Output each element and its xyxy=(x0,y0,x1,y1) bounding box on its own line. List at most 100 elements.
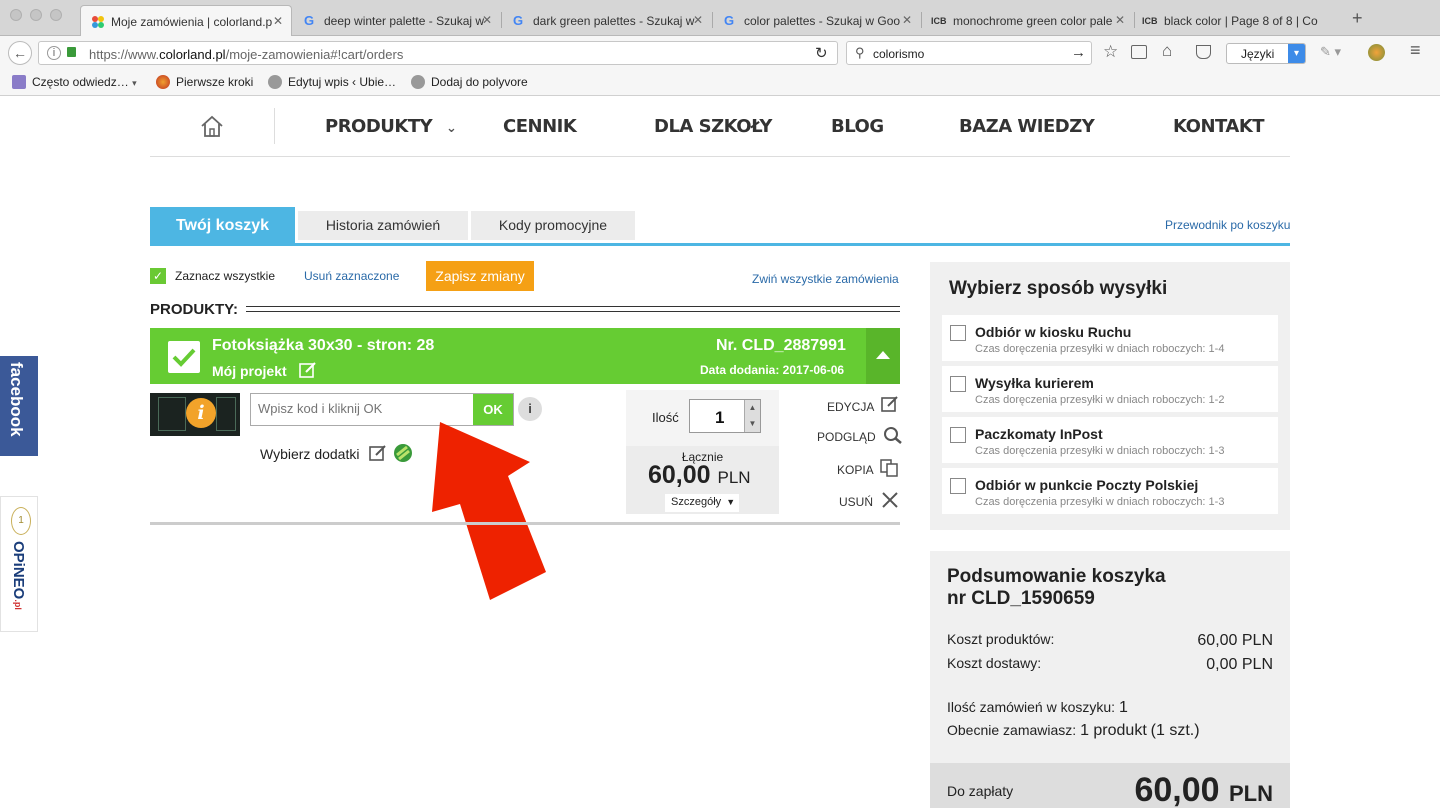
menu-icon[interactable]: ≡ xyxy=(1410,40,1421,61)
increment-icon[interactable]: ▲ xyxy=(744,400,760,416)
quantity-total-box: Ilość 1 ▲ ▼ Łącznie 60,00 PLN Szczegóły … xyxy=(626,390,779,514)
nav-products[interactable]: PRODUKTY ⌄ xyxy=(325,116,457,137)
browser-nav-bar: ← i https://www.colorland.pl/moje-zamowi… xyxy=(0,36,1440,70)
quantity-value[interactable]: 1 xyxy=(715,408,724,428)
shipping-option-name: Wysyłka kurierem xyxy=(975,375,1094,391)
save-changes-button[interactable]: Zapisz zmiany xyxy=(426,261,534,291)
order-checkbox[interactable] xyxy=(168,341,200,373)
new-tab-icon[interactable]: + xyxy=(1352,8,1363,29)
tab-promo-codes[interactable]: Kody promocyjne xyxy=(471,211,635,240)
copy-action[interactable]: KOPIA xyxy=(837,459,900,477)
ordering-summary: Obecnie zamawiasz: 1 produkt (1 szt.) xyxy=(947,722,1200,739)
total-price: 60,00 PLN xyxy=(648,461,751,489)
google-icon: G xyxy=(724,13,735,28)
pocket-icon[interactable] xyxy=(1196,45,1211,59)
nav-knowledge-base[interactable]: BAZA WIEDZY xyxy=(959,116,1095,137)
bookmark-star-icon[interactable]: ☆ xyxy=(1103,42,1118,62)
amount-due-value: 60,00 PLN xyxy=(1134,771,1273,809)
tab-label: black color | Page 8 of 8 | Co xyxy=(1164,14,1318,28)
opineo-badge[interactable]: 1 OPiNEO.pl xyxy=(0,496,38,632)
icb-icon: ICB xyxy=(1142,16,1158,26)
search-input[interactable]: colorismo xyxy=(873,47,924,61)
extension-icon[interactable]: ✎ ▾ xyxy=(1320,44,1341,60)
browser-tab-deep-winter[interactable]: G deep winter palette - Szukaj w ✕ xyxy=(294,5,500,36)
shipping-checkbox[interactable] xyxy=(950,427,966,443)
window-close-button[interactable] xyxy=(10,9,22,21)
back-icon[interactable]: ← xyxy=(8,41,32,65)
search-go-icon[interactable]: → xyxy=(1071,44,1086,61)
browser-tab-dark-green[interactable]: G dark green palettes - Szukaj w ✕ xyxy=(503,5,711,36)
orders-count: Ilość zamówień w koszyku: 1 xyxy=(947,699,1128,716)
tab-your-cart[interactable]: Twój koszyk xyxy=(150,207,295,244)
select-all-checkbox[interactable]: ✓ xyxy=(150,268,166,284)
collapse-all-link[interactable]: Zwiń wszystkie zamówienia xyxy=(752,272,899,286)
browser-tab-colorland[interactable]: Moje zamówienia | colorland.p ✕ xyxy=(80,5,292,36)
decrement-icon[interactable]: ▼ xyxy=(744,416,760,432)
shipping-checkbox[interactable] xyxy=(950,325,966,341)
delivery-cost-value: 0,00 PLN xyxy=(1206,656,1273,673)
preview-action[interactable]: PODGLĄD xyxy=(817,426,903,444)
remove-action[interactable]: USUŃ xyxy=(839,491,900,509)
product-thumbnail[interactable]: i xyxy=(150,393,240,436)
shipping-checkbox[interactable] xyxy=(950,478,966,494)
bookmark-polyvore[interactable]: Dodaj do polyvore xyxy=(411,75,528,89)
close-tab-icon[interactable]: ✕ xyxy=(273,14,283,28)
bookmark-first-steps[interactable]: Pierwsze kroki xyxy=(156,75,253,89)
shipping-option-name: Odbiór w kiosku Ruchu xyxy=(975,324,1132,340)
tab-order-history[interactable]: Historia zamówień xyxy=(298,211,468,240)
nav-contact[interactable]: KONTAKT xyxy=(1173,116,1265,137)
facebook-badge[interactable]: facebook xyxy=(0,356,38,456)
copy-icon xyxy=(880,459,899,477)
lock-icon xyxy=(67,47,76,57)
remove-selected-link[interactable]: Usuń zaznaczone xyxy=(304,269,399,283)
search-bar[interactable]: ⚲ colorismo → xyxy=(846,41,1092,65)
nav-pricing[interactable]: CENNIK xyxy=(503,116,577,137)
details-dropdown[interactable]: Szczegóły ▼ xyxy=(665,494,739,512)
browser-tab-color-palettes[interactable]: G color palettes - Szukaj w Goo ✕ xyxy=(714,5,920,36)
cart-guide-link[interactable]: Przewodnik po koszyku xyxy=(1165,218,1290,232)
globe-icon xyxy=(268,75,282,89)
info-icon[interactable]: i xyxy=(47,46,61,60)
bookmark-most-visited[interactable]: Często odwiedz… ▾ xyxy=(12,75,137,89)
edit-action[interactable]: EDYCJA xyxy=(827,395,899,414)
info-icon: i xyxy=(186,398,216,428)
shipping-checkbox[interactable] xyxy=(950,376,966,392)
my-project-link[interactable]: Mój projekt xyxy=(212,361,317,379)
google-icon: G xyxy=(513,13,524,28)
close-tab-icon[interactable]: ✕ xyxy=(693,13,703,27)
google-icon: G xyxy=(304,13,315,28)
quantity-stepper[interactable]: 1 ▲ ▼ xyxy=(689,399,761,433)
window-zoom-button[interactable] xyxy=(50,9,62,21)
chevron-down-icon: ▼ xyxy=(726,497,736,507)
bookmark-edit-entry[interactable]: Edytuj wpis ‹ Ubie… xyxy=(268,75,396,89)
choose-extras-link[interactable]: Wybierz dodatki xyxy=(260,443,413,463)
reading-list-icon[interactable] xyxy=(1131,45,1147,59)
shipping-option[interactable]: Odbiór w punkcie Poczty Polskiej Czas do… xyxy=(942,468,1278,514)
icb-icon: ICB xyxy=(931,16,947,26)
opineo-label: OPiNEO.pl xyxy=(10,541,27,610)
browser-tab-black-color[interactable]: ICB black color | Page 8 of 8 | Co xyxy=(1134,5,1346,36)
language-select[interactable]: Języki ▾ xyxy=(1226,43,1306,64)
home-icon[interactable] xyxy=(199,114,225,143)
reload-icon[interactable]: ↻ xyxy=(815,44,828,62)
collapse-order-button[interactable] xyxy=(866,328,900,384)
shipping-option[interactable]: Odbiór w kiosku Ruchu Czas doręczenia pr… xyxy=(942,315,1278,361)
browser-tab-monochrome[interactable]: ICB monochrome green color pale ✕ xyxy=(923,5,1133,36)
amount-due-label: Do zapłaty xyxy=(947,783,1014,799)
close-tab-icon[interactable]: ✕ xyxy=(482,13,492,27)
close-tab-icon[interactable]: ✕ xyxy=(902,13,912,27)
url-bar[interactable]: i https://www.colorland.pl/moje-zamowien… xyxy=(38,41,838,65)
home-icon[interactable]: ⌂ xyxy=(1162,41,1172,61)
shipping-option[interactable]: Wysyłka kurierem Czas doręczenia przesył… xyxy=(942,366,1278,412)
nav-blog[interactable]: BLOG xyxy=(831,116,884,137)
nav-schools[interactable]: DLA SZKOŁY xyxy=(654,116,772,137)
profile-icon[interactable] xyxy=(1368,44,1385,61)
window-minimize-button[interactable] xyxy=(30,9,42,21)
close-icon xyxy=(882,492,899,508)
amount-due-bar: Do zapłaty 60,00 PLN xyxy=(930,763,1290,809)
delivery-cost-label: Koszt dostawy: xyxy=(947,655,1042,671)
shipping-option[interactable]: Paczkomaty InPost Czas doręczenia przesy… xyxy=(942,417,1278,463)
edit-icon xyxy=(298,362,316,378)
close-tab-icon[interactable]: ✕ xyxy=(1115,13,1125,27)
shipping-option-time: Czas doręczenia przesyłki w dniach roboc… xyxy=(975,394,1225,406)
